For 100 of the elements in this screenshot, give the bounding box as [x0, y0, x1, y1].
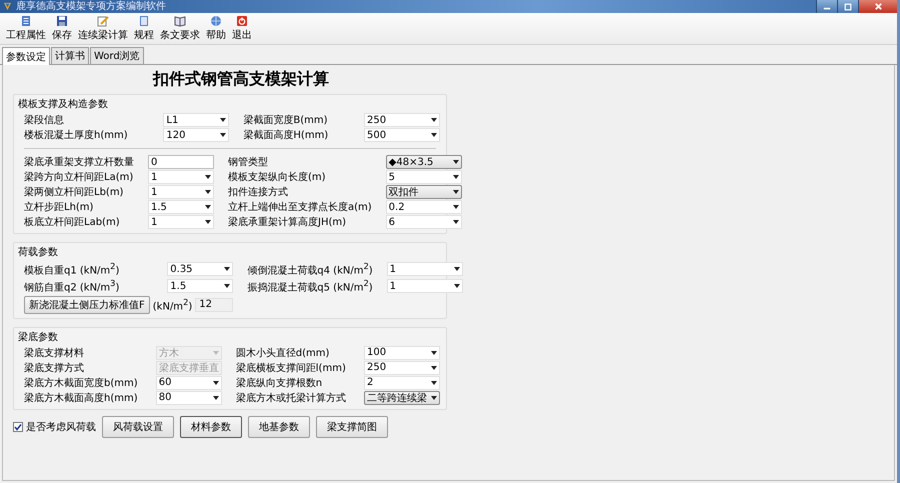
caret-icon	[220, 118, 226, 122]
dropdown[interactable]: 250	[364, 113, 440, 127]
field-label: 钢管类型	[228, 156, 269, 169]
dropdown[interactable]: 2	[364, 376, 440, 390]
dropdown[interactable]: 1	[386, 279, 463, 294]
dropdown[interactable]: 100	[364, 346, 440, 360]
field-label: 模板支架纵向长度(m)	[228, 170, 327, 184]
toolbar-button[interactable]: 条文要求	[158, 14, 202, 43]
field-label: 梁两侧立杆间距Lb(m)	[24, 186, 124, 199]
caret-icon	[212, 396, 219, 400]
close-button[interactable]	[858, 0, 897, 13]
toolbar-button[interactable]: 帮助	[204, 14, 228, 43]
save-icon	[56, 15, 68, 27]
dropdown[interactable]: 80	[156, 390, 222, 405]
field-label: 圆木小头直径d(mm)	[236, 346, 330, 360]
field-label: 梁底纵向支撑根数n	[236, 376, 324, 390]
caret-icon	[224, 284, 230, 288]
dropdown[interactable]: 6	[386, 215, 462, 229]
action-button[interactable]: 地基参数	[248, 416, 310, 438]
field-label: 梁底横板支撑间距l(mm)	[236, 362, 347, 375]
caret-icon	[224, 267, 230, 272]
caret-icon	[205, 205, 211, 209]
dropdown[interactable]: 0.35	[167, 262, 234, 276]
pencil-icon	[97, 15, 109, 27]
checkbox-icon	[13, 422, 23, 432]
input-field[interactable]: 0	[148, 155, 214, 169]
dropdown[interactable]: 0.2	[386, 200, 462, 214]
book-icon	[174, 15, 186, 27]
field-label: 立杆上端伸出至支撑点长度a(m)	[228, 200, 372, 214]
dropdown[interactable]: 60	[156, 376, 222, 390]
caret-icon	[431, 366, 437, 370]
dropdown[interactable]: 1	[148, 215, 214, 229]
caret-icon	[431, 396, 437, 400]
field-label: 楼板混凝土厚度h(mm)	[24, 128, 129, 142]
dropdown[interactable]: 双扣件	[386, 185, 462, 199]
caret-icon	[452, 205, 459, 209]
dropdown[interactable]: 250	[364, 360, 440, 375]
tab[interactable]: 计算书	[51, 47, 89, 64]
caret-icon	[431, 350, 437, 355]
maximize-icon	[844, 2, 852, 10]
toolbar-button[interactable]: 保存	[50, 14, 74, 43]
minimize-button[interactable]	[816, 0, 837, 13]
dropdown[interactable]: 500	[364, 128, 440, 142]
close-icon	[874, 2, 882, 11]
dropdown[interactable]: 5	[386, 170, 462, 184]
dropdown[interactable]: 120	[163, 128, 230, 142]
dropdown[interactable]: ◆48×3.5	[386, 155, 462, 169]
maximize-button[interactable]	[837, 0, 858, 13]
calc-button[interactable]: 新浇混凝土侧压力标准值F	[24, 296, 150, 314]
field-label: 梁底支撑材料	[24, 346, 85, 360]
caret-icon	[431, 133, 437, 137]
globe-icon	[210, 15, 222, 27]
group-title: 模板支撑及构造参数	[18, 98, 108, 111]
dropdown[interactable]: 1.5	[167, 279, 234, 294]
caret-icon	[431, 118, 437, 122]
field-label: 梁截面宽度B(mm)	[243, 114, 329, 127]
field-label: 梁段信息	[24, 114, 65, 127]
action-button[interactable]: 梁支撑简图	[316, 416, 388, 438]
app-icon	[3, 2, 12, 11]
caret-icon	[212, 350, 219, 355]
tab[interactable]: 参数设定	[2, 47, 50, 65]
caret-icon	[212, 380, 219, 385]
toolbar-button[interactable]: 规程	[132, 14, 156, 43]
checkbox[interactable]: 是否考虑风荷载	[13, 420, 96, 434]
field-label: 梁底方木或托梁计算方式	[236, 392, 347, 405]
field-label: 倾倒混凝土荷载q4 (kN/m$^{2}$)	[247, 261, 373, 278]
caret-icon	[220, 133, 226, 137]
action-button[interactable]: 风荷载设置	[102, 416, 174, 438]
action-button[interactable]: 材料参数	[180, 416, 242, 438]
dropdown[interactable]: 二等跨连续梁	[364, 390, 440, 405]
tab[interactable]: Word浏览	[90, 47, 144, 64]
toolbar-button[interactable]: 工程属性	[4, 14, 48, 43]
field-label: 梁跨方向立杆间距La(m)	[24, 170, 134, 184]
field-label: 梁截面高度H(mm)	[243, 128, 330, 142]
list-icon	[20, 15, 32, 27]
caret-icon	[452, 160, 459, 164]
caret-icon	[452, 190, 459, 194]
field-label: 扣件连接方式	[228, 186, 289, 199]
dropdown[interactable]: 1	[148, 185, 214, 199]
unit-label: (kN/m$^{2}$)	[152, 296, 192, 312]
dropdown[interactable]: 1.5	[148, 200, 214, 214]
caret-icon	[431, 380, 437, 385]
toolbar-button[interactable]: 连续梁计算	[76, 14, 130, 43]
toolbar-button[interactable]: 退出	[230, 14, 254, 43]
field-label: 梁底方木截面宽度b(mm)	[24, 376, 139, 390]
field-label: 梁底承重架计算高度JH(m)	[228, 216, 348, 229]
book-icon	[138, 15, 150, 27]
dropdown[interactable]: 1	[148, 170, 214, 184]
caret-icon	[454, 284, 460, 288]
field-label: 钢筋自重q2 (kN/m$^{3}$)	[24, 278, 120, 295]
caret-icon	[205, 190, 211, 194]
caret-icon	[205, 175, 211, 179]
group-title: 荷载参数	[18, 246, 58, 259]
field-label: 梁底方木截面高度h(mm)	[24, 392, 139, 405]
caret-icon	[205, 220, 211, 224]
dropdown[interactable]: L1	[163, 113, 230, 127]
power-icon	[236, 15, 248, 27]
field-label: 梁底支撑方式	[24, 362, 85, 375]
dropdown[interactable]: 1	[386, 262, 463, 276]
window-title: 鹿享德高支模架专项方案编制软件	[16, 0, 166, 12]
